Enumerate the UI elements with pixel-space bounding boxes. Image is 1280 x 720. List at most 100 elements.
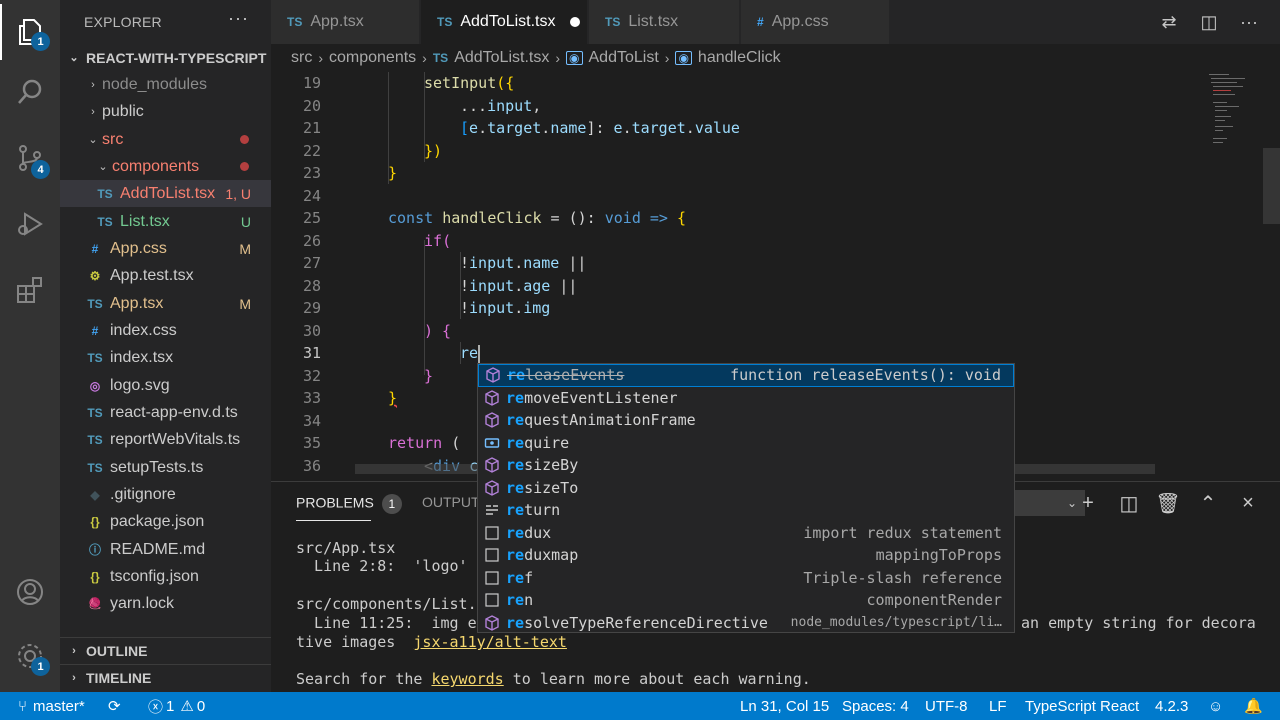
line-number: 19 [302, 74, 321, 92]
outline-section-header[interactable]: › OUTLINE [60, 637, 271, 664]
breadcrumb-item[interactable]: AddToList.tsx [454, 49, 549, 67]
suggestion-item[interactable]: resizeTo [478, 477, 1014, 500]
project-section-header[interactable]: ⌄ REACT-WITH-TYPESCRIPT [60, 44, 271, 71]
tree-item-index-css[interactable]: # index.css [60, 317, 271, 344]
tab-addtolist-tsx[interactable]: TS AddToList.tsx [421, 0, 587, 44]
minimap[interactable] [1205, 72, 1265, 480]
suggestion-item[interactable]: requestAnimationFrame [478, 409, 1014, 432]
line-number: 27 [302, 254, 321, 272]
chevron-right-icon: › [91, 78, 95, 91]
cursor-position[interactable]: Ln 31, Col 15 [740, 692, 829, 720]
vertical-scrollbar[interactable] [1263, 148, 1280, 224]
tree-item-gitignore[interactable]: ◆ .gitignore [60, 481, 271, 508]
close-panel-icon[interactable]: × [1233, 490, 1263, 516]
suggestion-item[interactable]: releaseEvents function releaseEvents(): … [478, 364, 1014, 387]
tab-list-tsx[interactable]: TS List.tsx [589, 0, 739, 44]
breadcrumb-item[interactable]: handleClick [698, 49, 781, 67]
rule-link[interactable]: jsx-a11y/alt-text [413, 633, 567, 651]
code-line: const handleClick = (): void => { [388, 209, 687, 227]
suggestion-item[interactable]: resolveTypeReferenceDirective node_modul… [478, 612, 1014, 635]
suggestion-item[interactable]: redux import redux statement [478, 522, 1014, 545]
suggestion-item[interactable]: ref Triple-slash reference [478, 567, 1014, 590]
tree-item-report-web-vitals[interactable]: TS reportWebVitals.ts [60, 426, 271, 453]
snippet-icon [478, 592, 506, 608]
tab-output[interactable]: OUTPUT [422, 494, 480, 510]
tree-item-logo-svg[interactable]: ◎ logo.svg [60, 372, 271, 399]
breadcrumb-item[interactable]: components [329, 49, 416, 67]
tree-item-setup-tests[interactable]: TS setupTests.ts [60, 454, 271, 481]
tab-problems[interactable]: PROBLEMS 1 [296, 494, 402, 514]
split-editor-icon[interactable]: ◫ [1189, 10, 1229, 34]
tree-item-label: react-app-env.d.ts [110, 403, 238, 421]
ts-version[interactable]: 4.2.3 [1155, 692, 1188, 720]
settings-badge: 1 [31, 657, 50, 676]
search-icon[interactable] [0, 64, 60, 120]
keywords-link[interactable]: keywords [431, 670, 503, 688]
breadcrumb-item[interactable]: src [291, 49, 312, 67]
suggestion-item[interactable]: require [478, 432, 1014, 455]
suggestion-item[interactable]: return [478, 499, 1014, 522]
feedback-icon[interactable]: ☺ [1208, 692, 1223, 720]
tree-item-yarn-lock[interactable]: 🧶 yarn.lock [60, 590, 271, 617]
more-actions-icon[interactable]: ··· [228, 8, 249, 29]
sync-icon[interactable]: ⟳ [108, 692, 121, 720]
tree-item-package-json[interactable]: {} package.json [60, 508, 271, 535]
branch-status[interactable]: ⑂ master* [18, 692, 85, 720]
symbol-variable-icon: ◉ [675, 51, 692, 65]
end-of-line[interactable]: LF [989, 692, 1007, 720]
suggestion-item[interactable]: removeEventListener [478, 387, 1014, 410]
suggestion-item[interactable]: ren componentRender [478, 589, 1014, 612]
run-debug-icon[interactable] [0, 196, 60, 252]
tree-item-app-test[interactable]: ⚙ App.test.tsx [60, 262, 271, 289]
trash-icon[interactable]: 🗑 [1153, 490, 1183, 516]
tree-item-label: setupTests.ts [110, 458, 204, 476]
tree-item-app-tsx[interactable]: TS App.tsx M [60, 290, 271, 317]
code-line: } [388, 164, 398, 182]
source-control-icon[interactable] [0, 130, 60, 186]
extensions-icon[interactable] [0, 262, 60, 318]
tree-item-react-app-env[interactable]: TS react-app-env.d.ts [60, 399, 271, 426]
tree-item-label: tsconfig.json [110, 567, 199, 585]
problems-count-badge: 1 [381, 494, 402, 514]
timeline-section-header[interactable]: › TIMELINE [60, 664, 271, 691]
line-number: 25 [302, 209, 321, 227]
language-mode[interactable]: TypeScript React [1025, 692, 1139, 720]
tree-item-src[interactable]: ⌄ src [60, 126, 271, 153]
suggestion-item[interactable]: reduxmap mappingToProps [478, 544, 1014, 567]
tree-item-tsconfig[interactable]: {} tsconfig.json [60, 563, 271, 590]
account-icon[interactable] [0, 564, 60, 620]
tree-item-list[interactable]: TS List.tsx U [60, 208, 271, 235]
explorer-icon[interactable] [0, 4, 60, 60]
error-dot [240, 135, 249, 144]
maximize-panel-icon[interactable]: ⌃ [1193, 490, 1223, 516]
line-number: 28 [302, 276, 321, 295]
snippet-icon [478, 570, 506, 586]
tree-item-node-modules[interactable]: › node_modules [60, 71, 271, 98]
tree-item-readme[interactable]: ⓘ README.md [60, 536, 271, 563]
more-actions-icon[interactable]: ··· [1229, 10, 1269, 34]
tree-item-app-css[interactable]: # App.css M [60, 235, 271, 262]
tab-app-tsx[interactable]: TS App.tsx [271, 0, 419, 44]
encoding[interactable]: UTF-8 [925, 692, 968, 720]
compare-changes-icon[interactable]: ⇄ [1149, 10, 1189, 34]
info-icon: ⓘ [88, 543, 101, 557]
split-panel-icon[interactable]: ◫ [1114, 490, 1144, 516]
tab-app-css[interactable]: # App.css [741, 0, 889, 44]
settings-gear-icon[interactable] [0, 628, 60, 684]
new-terminal-icon[interactable]: + [1073, 490, 1103, 516]
unsaved-dot-icon[interactable] [569, 17, 580, 27]
code-line: setInput({ [424, 74, 515, 92]
tree-item-components[interactable]: ⌄ components [60, 153, 271, 180]
suggestion-detail: function releaseEvents(): void [730, 366, 1001, 385]
notifications-bell-icon[interactable]: 🔔 [1244, 692, 1263, 720]
output-line: Line 2:8: 'logo' i [296, 557, 486, 575]
suggestion-label: redux [506, 523, 552, 542]
tree-item-addtolist[interactable]: TS AddToList.tsx 1, U [60, 180, 271, 207]
problems-status[interactable]: ⓧ 1 ⚠ 0 [148, 692, 205, 720]
suggestion-label: removeEventListener [506, 388, 678, 407]
indentation[interactable]: Spaces: 4 [842, 692, 909, 720]
breadcrumb-item[interactable]: AddToList [589, 49, 659, 67]
tree-item-public[interactable]: › public [60, 98, 271, 125]
tree-item-index-tsx[interactable]: TS index.tsx [60, 344, 271, 371]
suggestion-item[interactable]: resizeBy [478, 454, 1014, 477]
